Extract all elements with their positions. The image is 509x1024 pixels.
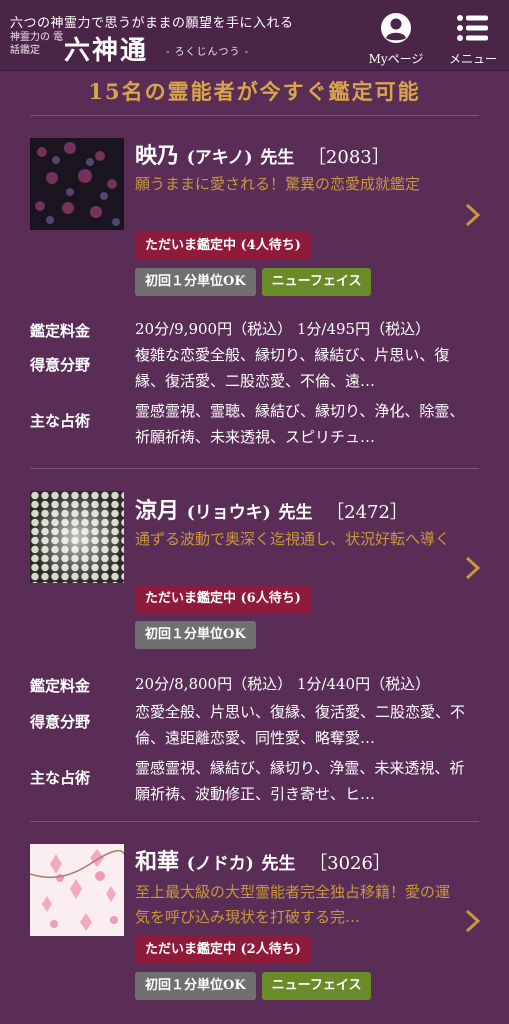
method-label: 主な占術	[30, 412, 91, 430]
first-minute-tag: 初回１分単位OK	[135, 268, 256, 296]
mypage-label: Myページ	[368, 52, 424, 66]
specialty-value: 複雑な恋愛全般、縁切り、縁結び、片思い、復縁、復活愛、二股恋愛、不倫、遠…	[135, 346, 450, 390]
specialty-value: 恋愛全般、片思い、復縁、復活愛、二股恋愛、不倫、遠距離恋愛、同性愛、略奪愛…	[135, 703, 466, 747]
counselor-photo	[30, 844, 124, 936]
chevron-right-icon[interactable]	[464, 202, 482, 228]
specialty-label: 得意分野	[30, 713, 91, 731]
site-subtag: 神霊力の 電話鑑定	[10, 32, 64, 56]
fee-label: 鑑定料金	[30, 322, 91, 340]
counselor-name: 和華	[135, 849, 180, 875]
menu-button[interactable]: メニュー	[442, 12, 504, 67]
site-logo[interactable]: 六神通	[64, 30, 148, 67]
counselor-name-line: 和華 (ノドカ) 先生 ［3026］	[135, 844, 391, 876]
user-icon	[381, 13, 411, 43]
new-face-tag: ニューフェイス	[261, 268, 372, 296]
counselor-name-line: 映乃 (アキノ) 先生 ［2083］	[135, 138, 390, 170]
site-header: 六つの神霊力で思うがままの願望を手に入れる 神霊力の 電話鑑定 六神通 - ろく…	[0, 0, 509, 71]
fee-value: 20分/8,800円（税込） 1分/440円（税込）	[135, 675, 431, 693]
counselor-catchphrase: 願うままに愛される！驚異の恋愛成就鑑定	[135, 175, 421, 193]
counselor-name-line: 涼月 (リョウキ) 先生 ［2472］	[135, 493, 408, 525]
counselor-name: 映乃	[135, 143, 180, 169]
counselor-code: ［2083］	[307, 147, 390, 168]
counselor-title: 先生	[261, 854, 296, 874]
counselor-card[interactable]: 和華 (ノドカ) 先生 ［3026］ 至上最大級の大型霊能者完全独占移籍！愛の運…	[30, 822, 482, 1022]
counselor-kana: (リョウキ)	[186, 503, 271, 523]
chevron-right-icon[interactable]	[464, 908, 482, 934]
counselor-kana: (ノドカ)	[186, 854, 254, 874]
tag-list: 初回１分単位OK	[135, 621, 256, 649]
menu-list-icon	[457, 15, 488, 41]
counselor-kana: (アキノ)	[186, 148, 253, 168]
tag-list: 初回１分単位OK ニューフェイス	[135, 972, 372, 1000]
method-label: 主な占術	[30, 769, 91, 787]
site-logo-reading: - ろくじんつう -	[166, 47, 250, 58]
counselor-photo	[30, 491, 124, 583]
counselor-code: ［2472］	[326, 502, 408, 523]
counselor-card[interactable]: 涼月 (リョウキ) 先生 ［2472］ 通ずる波動で奥深く迄視通し、状況好転へ導…	[30, 469, 482, 822]
chevron-right-icon[interactable]	[464, 555, 482, 581]
tag-list: 初回１分単位OK ニューフェイス	[135, 268, 372, 296]
counselor-code: ［3026］	[309, 853, 391, 874]
site-tagline: 六つの神霊力で思うがままの願望を手に入れる	[10, 16, 294, 31]
counselor-title: 先生	[260, 148, 295, 168]
fee-value: 20分/9,900円（税込） 1分/495円（税込）	[135, 320, 431, 338]
counselor-card[interactable]: 映乃 (アキノ) 先生 ［2083］ 願うままに愛される！驚異の恋愛成就鑑定 た…	[30, 116, 482, 469]
counselor-title: 先生	[278, 503, 313, 523]
status-badge: ただいま鑑定中 (6人待ち)	[135, 585, 311, 613]
menu-label: メニュー	[448, 52, 497, 66]
method-value: 霊感霊視、縁結び、縁切り、浄霊、未来透視、祈願祈祷、波動修正、引き寄せ、ヒ…	[135, 759, 465, 803]
mypage-button[interactable]: Myページ	[366, 12, 426, 67]
counselor-photo	[30, 138, 124, 230]
first-minute-tag: 初回１分単位OK	[135, 972, 256, 1000]
specialty-label: 得意分野	[30, 356, 91, 374]
counselor-catchphrase: 通ずる波動で奥深く迄視通し、状況好転へ導く	[135, 530, 451, 548]
availability-heading: 15名の霊能者が今すぐ鑑定可能	[88, 79, 421, 104]
counselor-catchphrase: 至上最大級の大型霊能者完全独占移籍！愛の運気を呼び込み現状を打破する完…	[135, 883, 450, 926]
new-face-tag: ニューフェイス	[261, 972, 372, 1000]
method-value: 霊感霊視、霊聴、縁結び、縁切り、浄化、除霊、祈願祈祷、未来透視、スピリチュ…	[135, 402, 465, 446]
status-badge: ただいま鑑定中 (4人待ち)	[135, 232, 311, 260]
status-badge: ただいま鑑定中 (2人待ち)	[135, 936, 311, 964]
counselor-name: 涼月	[135, 498, 180, 524]
first-minute-tag: 初回１分単位OK	[135, 621, 256, 649]
fee-label: 鑑定料金	[30, 677, 91, 695]
